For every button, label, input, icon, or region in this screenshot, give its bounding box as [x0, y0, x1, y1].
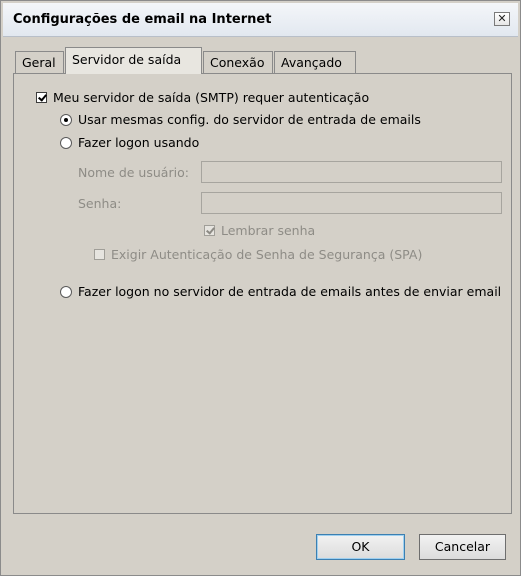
tab-label: Avançado — [281, 55, 342, 70]
radio-empty-icon — [60, 137, 72, 149]
radio-empty-icon — [60, 286, 72, 298]
remember-password-checkbox[interactable]: Lembrar senha — [204, 223, 315, 239]
username-label: Nome de usuário: — [78, 165, 189, 180]
checkmark-icon — [36, 92, 47, 103]
tab-label: Servidor de saída — [72, 52, 182, 67]
dialog-window: Configurações de email na Internet ✕ Ger… — [0, 0, 521, 576]
requires-auth-label: Meu servidor de saída (SMTP) requer aute… — [53, 90, 370, 105]
dialog-title: Configurações de email na Internet — [13, 12, 272, 27]
close-button[interactable]: ✕ — [494, 12, 510, 26]
password-label: Senha: — [78, 196, 122, 211]
checkbox-empty-icon — [94, 249, 105, 260]
checkmark-icon — [204, 225, 215, 236]
requires-auth-checkbox[interactable]: Meu servidor de saída (SMTP) requer aute… — [36, 90, 369, 106]
outgoing-server-panel: Meu servidor de saída (SMTP) requer aute… — [13, 73, 512, 514]
radio-dot-icon — [60, 114, 72, 126]
ok-button[interactable]: OK — [316, 534, 405, 560]
tab-avancado[interactable]: Avançado — [274, 51, 356, 73]
use-same-settings-radio[interactable]: Usar mesmas config. do servidor de entra… — [60, 112, 421, 128]
title-bar: Configurações de email na Internet ✕ — [3, 3, 518, 37]
cancel-button[interactable]: Cancelar — [419, 534, 506, 560]
tab-label: Conexão — [210, 55, 265, 70]
tab-servidor-de-saida[interactable]: Servidor de saída — [65, 47, 202, 74]
use-same-settings-label: Usar mesmas config. do servidor de entra… — [78, 112, 421, 127]
dialog-client-area: Geral Servidor de saída Conexão Avançado… — [3, 37, 518, 573]
password-field[interactable] — [201, 192, 502, 214]
remember-password-label: Lembrar senha — [221, 223, 316, 238]
tab-geral[interactable]: Geral — [15, 51, 64, 73]
log-on-incoming-first-radio[interactable]: Fazer logon no servidor de entrada de em… — [60, 284, 501, 300]
username-field[interactable] — [201, 161, 502, 183]
tab-conexao[interactable]: Conexão — [203, 51, 273, 73]
tab-label: Geral — [22, 55, 56, 70]
close-icon: ✕ — [497, 12, 507, 25]
log-on-using-label: Fazer logon usando — [78, 135, 200, 150]
log-on-incoming-first-label: Fazer logon no servidor de entrada de em… — [78, 284, 502, 299]
spa-label: Exigir Autenticação de Senha de Seguranç… — [111, 247, 423, 262]
spa-checkbox[interactable]: Exigir Autenticação de Senha de Seguranç… — [94, 247, 422, 263]
log-on-using-radio[interactable]: Fazer logon usando — [60, 135, 199, 151]
